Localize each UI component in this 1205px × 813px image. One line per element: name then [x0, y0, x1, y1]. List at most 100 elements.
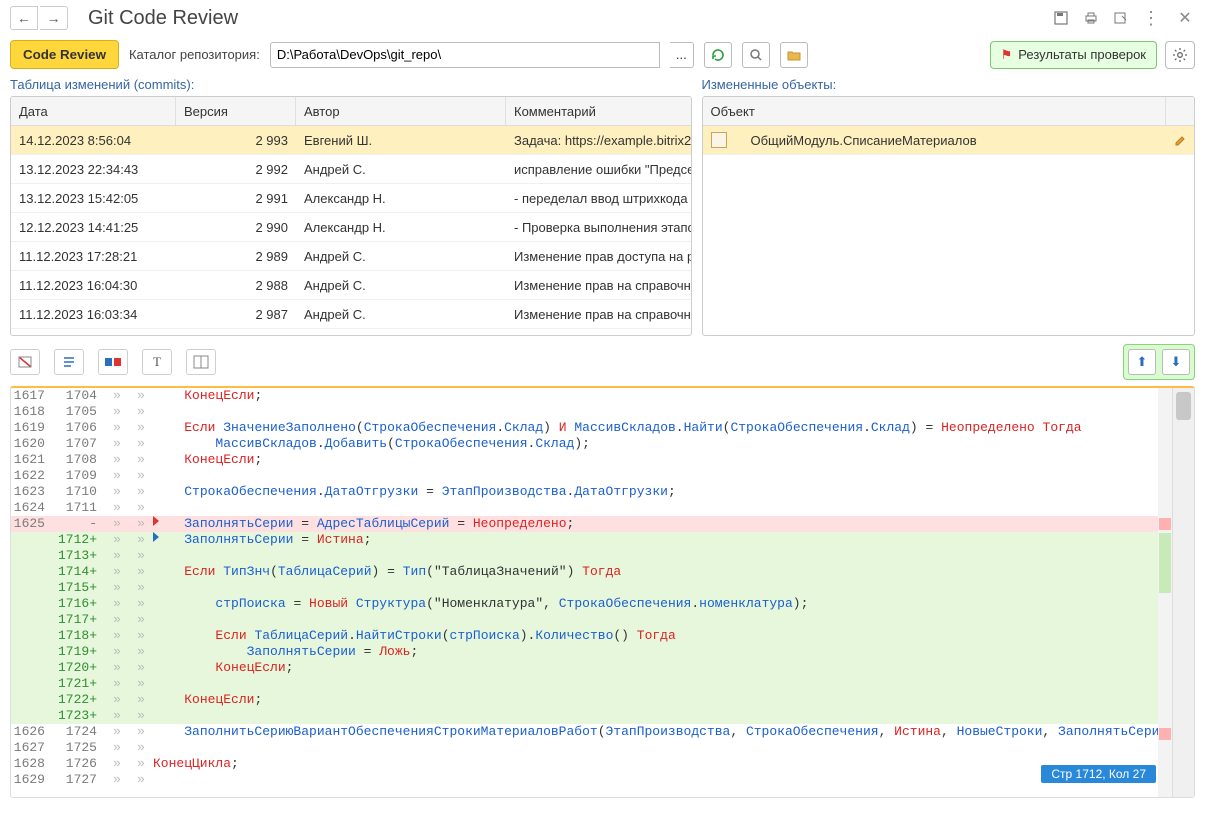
code-line[interactable]: 16221709»»: [11, 468, 1158, 484]
commits-grid: Дата Версия Автор Комментарий 14.12.2023…: [10, 96, 692, 336]
print-icon[interactable]: [1081, 8, 1101, 28]
objects-grid: Объект ОбщийМодуль.СписаниеМатериалов: [702, 96, 1196, 336]
table-row[interactable]: 12.12.2023 14:41:252 990Александр Н. - П…: [11, 213, 691, 242]
settings-button[interactable]: [1165, 41, 1195, 69]
table-row[interactable]: ОбщийМодуль.СписаниеМатериалов: [703, 126, 1195, 155]
code-line[interactable]: 1723+»»: [11, 708, 1158, 724]
code-review-button[interactable]: Code Review: [10, 40, 119, 69]
line-number-old: 1628: [11, 756, 53, 772]
code-content: КонецЕсли;: [153, 452, 1158, 468]
code-line[interactable]: 1720+»» КонецЕсли;: [11, 660, 1158, 676]
col-date[interactable]: Дата: [11, 97, 176, 125]
code-line[interactable]: 16191706»» Если ЗначениеЗаполнено(Строка…: [11, 420, 1158, 436]
line-number-old: [11, 532, 53, 548]
line-number-new: 1714+: [53, 564, 105, 580]
diff-tb-split-button[interactable]: [186, 349, 216, 375]
code-line[interactable]: 1713+»»: [11, 548, 1158, 564]
col-comment[interactable]: Комментарий: [506, 97, 691, 125]
line-number-new: 1715+: [53, 580, 105, 596]
commits-body[interactable]: 14.12.2023 8:56:042 993Евгений Ш.Задача:…: [11, 126, 691, 336]
line-number-old: 1623: [11, 484, 53, 500]
line-number-new: 1716+: [53, 596, 105, 612]
table-row[interactable]: 14.12.2023 8:56:042 993Евгений Ш.Задача:…: [11, 126, 691, 155]
search-button[interactable]: [742, 42, 770, 68]
scrollbar-thumb[interactable]: [1176, 392, 1191, 420]
pin-icon[interactable]: [1111, 8, 1131, 28]
line-number-old: 1622: [11, 468, 53, 484]
line-number-new: 1720+: [53, 660, 105, 676]
cell-version: 2 987: [176, 300, 296, 328]
panels-row: Таблица изменений (commits): Дата Версия…: [0, 77, 1205, 336]
code-line[interactable]: 16211708»» КонецЕсли;: [11, 452, 1158, 468]
cell-author: Андрей С.: [296, 300, 506, 328]
code-line[interactable]: 16291727»»: [11, 772, 1158, 788]
arrow-down-icon: ⬇: [1171, 354, 1182, 370]
code-line[interactable]: 16271725»»: [11, 740, 1158, 756]
nav-forward-button[interactable]: →: [40, 6, 68, 30]
code-line[interactable]: 1717+»»: [11, 612, 1158, 628]
check-results-button[interactable]: ⚑ Результаты проверок: [990, 41, 1157, 69]
code-line[interactable]: 1722+»» КонецЕсли;: [11, 692, 1158, 708]
code-content: [153, 580, 1158, 596]
code-line[interactable]: 1714+»» Если ТипЗнч(ТаблицаСерий) = Тип(…: [11, 564, 1158, 580]
code-content: [153, 404, 1158, 420]
table-row[interactable]: 13.12.2023 15:42:052 991Александр Н. - п…: [11, 184, 691, 213]
cell-object: ОбщийМодуль.СписаниеМатериалов: [751, 133, 977, 148]
repo-path-input[interactable]: [270, 42, 660, 68]
col-author[interactable]: Автор: [296, 97, 506, 125]
cell-version: 2 988: [176, 271, 296, 299]
code-line[interactable]: 1625-»» ЗаполнятьСерии = АдресТаблицыСер…: [11, 516, 1158, 532]
code-line[interactable]: 16261724»» ЗаполнитьСериюВариантОбеспече…: [11, 724, 1158, 740]
diff-minimap[interactable]: [1158, 388, 1172, 797]
code-content: Если ТаблицаСерий.НайтиСтроки(стрПоиска)…: [153, 628, 1158, 644]
diff-tb-colors-button[interactable]: [98, 349, 128, 375]
line-number-old: [11, 564, 53, 580]
line-number-old: [11, 596, 53, 612]
edit-icon[interactable]: [1166, 126, 1194, 154]
col-version[interactable]: Версия: [176, 97, 296, 125]
repo-label: Каталог репозитория:: [129, 47, 260, 62]
code-content: [153, 676, 1158, 692]
open-folder-button[interactable]: [780, 42, 808, 68]
diff-scrollbar[interactable]: [1172, 388, 1194, 797]
code-line[interactable]: 16171704»» КонецЕсли;: [11, 388, 1158, 404]
line-number-old: 1617: [11, 388, 53, 404]
code-line[interactable]: 1719+»» ЗаполнятьСерии = Ложь;: [11, 644, 1158, 660]
diff-main[interactable]: 16171704»» КонецЕсли;16181705»» 16191706…: [11, 388, 1158, 797]
more-icon[interactable]: ⋮: [1141, 8, 1161, 28]
close-icon[interactable]: ✕: [1175, 8, 1195, 28]
diff-tb-compare-button[interactable]: [10, 349, 40, 375]
diff-prev-button[interactable]: ⬆: [1128, 349, 1156, 375]
code-content: КонецЕсли;: [153, 692, 1158, 708]
objects-body[interactable]: ОбщийМодуль.СписаниеМатериалов: [703, 126, 1195, 336]
line-number-old: [11, 644, 53, 660]
col-object[interactable]: Объект: [703, 97, 1167, 125]
code-line[interactable]: 1716+»» стрПоиска = Новый Структура("Ном…: [11, 596, 1158, 612]
code-line[interactable]: 1721+»»: [11, 676, 1158, 692]
diff-tb-align-button[interactable]: [54, 349, 84, 375]
table-row[interactable]: 11.12.2023 17:28:212 989Андрей С.Изменен…: [11, 242, 691, 271]
repo-browse-button[interactable]: ...: [670, 42, 694, 68]
table-row[interactable]: 11.12.2023 16:03:342 987Андрей С.Изменен…: [11, 300, 691, 329]
code-line[interactable]: 16241711»»: [11, 500, 1158, 516]
table-row[interactable]: 13.12.2023 22:34:432 992Андрей С.исправл…: [11, 155, 691, 184]
line-number-old: [11, 548, 53, 564]
nav-back-button[interactable]: ←: [10, 6, 38, 30]
code-line[interactable]: 1715+»»: [11, 580, 1158, 596]
code-line[interactable]: 16231710»» СтрокаОбеспечения.ДатаОтгрузк…: [11, 484, 1158, 500]
line-number-new: 1717+: [53, 612, 105, 628]
diff-tb-text-button[interactable]: T: [142, 349, 172, 375]
refresh-button[interactable]: [704, 42, 732, 68]
code-line[interactable]: 1712+»» ЗаполнятьСерии = Истина;: [11, 532, 1158, 548]
code-line[interactable]: 16281726»»КонецЦикла;: [11, 756, 1158, 772]
save-icon[interactable]: [1051, 8, 1071, 28]
line-number-old: [11, 660, 53, 676]
table-row[interactable]: 11.12.2023 16:04:302 988Андрей С.Изменен…: [11, 271, 691, 300]
code-content: КонецЕсли;: [153, 660, 1158, 676]
code-line[interactable]: 16201707»» МассивСкладов.Добавить(Строка…: [11, 436, 1158, 452]
line-number-old: [11, 612, 53, 628]
code-line[interactable]: 16181705»»: [11, 404, 1158, 420]
commits-panel: Таблица изменений (commits): Дата Версия…: [10, 77, 692, 336]
diff-next-button[interactable]: ⬇: [1162, 349, 1190, 375]
code-line[interactable]: 1718+»» Если ТаблицаСерий.НайтиСтроки(ст…: [11, 628, 1158, 644]
